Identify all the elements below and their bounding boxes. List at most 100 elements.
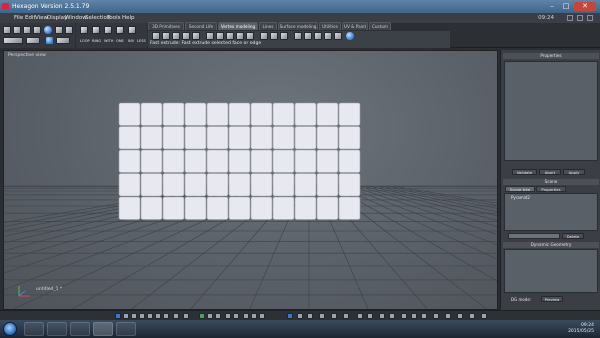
thickness-icon[interactable] — [206, 32, 214, 40]
cube-cell[interactable] — [118, 102, 141, 126]
move-icon[interactable] — [65, 26, 73, 34]
view-single-icon[interactable] — [115, 313, 121, 319]
cube-cell[interactable] — [206, 149, 229, 173]
cube-cell[interactable] — [338, 173, 361, 197]
cube-vertex-icon[interactable] — [116, 26, 124, 34]
cube-grid-object[interactable] — [118, 102, 361, 220]
tab-scene-properties[interactable]: Properties — [536, 186, 566, 192]
cube-cell[interactable] — [294, 173, 317, 197]
vertex-mode-icon[interactable] — [46, 37, 53, 44]
apply-button[interactable]: Apply — [563, 169, 585, 175]
cube-cell[interactable] — [228, 149, 251, 173]
sphere-icon[interactable] — [44, 26, 52, 34]
camera-icon[interactable] — [207, 313, 213, 319]
cube-cell[interactable] — [294, 196, 317, 220]
taskbar-chrome-icon[interactable] — [47, 322, 67, 336]
with-button[interactable]: WITH — [104, 39, 114, 43]
cube-cell[interactable] — [294, 126, 317, 150]
edge-mode-icon[interactable] — [56, 37, 70, 44]
scale-icon[interactable] — [307, 313, 313, 319]
menu-tools[interactable]: Tools — [107, 14, 121, 22]
cube-cell[interactable] — [184, 149, 207, 173]
abort-button[interactable]: Abort — [539, 169, 561, 175]
align-icon[interactable] — [469, 313, 475, 319]
cursor-icon[interactable] — [33, 26, 41, 34]
cube-cell[interactable] — [250, 126, 273, 150]
shading-wire-icon[interactable] — [173, 313, 179, 319]
cube-cell[interactable] — [140, 196, 163, 220]
tab-scene-tree[interactable]: Scene tree — [505, 186, 535, 192]
axis-toggle-icon[interactable] — [251, 313, 257, 319]
ring-button[interactable]: RING — [92, 39, 101, 43]
delete-button[interactable]: Delete — [562, 233, 584, 239]
view-persp-icon[interactable] — [163, 313, 169, 319]
validate-button[interactable]: Validate — [512, 169, 537, 175]
cube-cell[interactable] — [206, 126, 229, 150]
view-quad-icon[interactable] — [131, 313, 137, 319]
view-top-icon[interactable] — [139, 313, 145, 319]
cube-cell[interactable] — [338, 126, 361, 150]
tab-utilities[interactable]: Utilities — [319, 22, 341, 30]
cube-cell[interactable] — [228, 102, 251, 126]
extrude-icon[interactable] — [152, 32, 160, 40]
cube-cell[interactable] — [228, 196, 251, 220]
cube-cell[interactable] — [140, 102, 163, 126]
panel-restore-icon[interactable] — [577, 15, 583, 21]
cube-cell[interactable] — [140, 173, 163, 197]
minimize-button[interactable]: – — [546, 2, 558, 11]
perspective-viewport[interactable]: Perspective view untitled_1 * — [3, 50, 498, 310]
maximize-button[interactable]: □ — [560, 2, 572, 11]
view-side-icon[interactable] — [155, 313, 161, 319]
lasso-icon[interactable] — [23, 26, 31, 34]
close-button[interactable]: ✕ — [574, 2, 596, 11]
pen-icon[interactable] — [3, 26, 11, 34]
cube-cell[interactable] — [272, 149, 295, 173]
fast-extrude-icon[interactable] — [162, 32, 170, 40]
pivot-icon[interactable] — [343, 313, 349, 319]
cube-cell[interactable] — [272, 196, 295, 220]
panel-close-icon[interactable] — [587, 15, 593, 21]
cube-cell[interactable] — [294, 149, 317, 173]
cube-cell[interactable] — [316, 126, 339, 150]
hide-icon[interactable] — [259, 313, 265, 319]
cube-edge-icon[interactable] — [104, 26, 112, 34]
mirror-icon[interactable] — [445, 313, 451, 319]
cube-cell[interactable] — [316, 149, 339, 173]
loop-button[interactable]: LOOP — [80, 39, 90, 43]
cube-cell[interactable] — [118, 196, 141, 220]
cube-cell[interactable] — [162, 149, 185, 173]
view-front-icon[interactable] — [147, 313, 153, 319]
taskbar-explorer-icon[interactable] — [24, 322, 44, 336]
relax-icon[interactable] — [324, 32, 332, 40]
cube-cell[interactable] — [316, 102, 339, 126]
weld-icon[interactable] — [260, 32, 268, 40]
start-button[interactable] — [3, 322, 17, 336]
paint-select-icon[interactable] — [55, 26, 63, 34]
cube-cell[interactable] — [272, 102, 295, 126]
system-clock[interactable]: 09:24 2015/05/25 — [568, 323, 594, 335]
cube-cell[interactable] — [206, 196, 229, 220]
brush-icon[interactable] — [13, 26, 21, 34]
cube-cell[interactable] — [316, 173, 339, 197]
less-button[interactable]: LESS — [137, 39, 146, 43]
render-icon[interactable] — [225, 313, 231, 319]
delete-vertex-icon[interactable] — [280, 32, 288, 40]
tab-custom[interactable]: Custom — [369, 22, 391, 30]
cube-cell[interactable] — [272, 126, 295, 150]
cube-cell[interactable] — [206, 173, 229, 197]
view-split-icon[interactable] — [123, 313, 129, 319]
cut-icon[interactable] — [421, 313, 427, 319]
cube-cell[interactable] — [228, 126, 251, 150]
cube-cell[interactable] — [140, 126, 163, 150]
cube-cell[interactable] — [162, 196, 185, 220]
cube-icon[interactable] — [80, 26, 88, 34]
cube-cell[interactable] — [250, 196, 273, 220]
dissolve-icon[interactable] — [270, 32, 278, 40]
scene-tree-item[interactable]: Pyramid2 — [511, 195, 530, 200]
knife-icon[interactable] — [236, 32, 244, 40]
symmetry-toggle-icon[interactable] — [433, 313, 439, 319]
tab-3d-primitives[interactable]: 3D Primitives — [148, 22, 184, 30]
copy-icon[interactable] — [357, 313, 363, 319]
extrude-face-icon[interactable] — [172, 32, 180, 40]
one-button[interactable]: ONE — [116, 39, 124, 43]
